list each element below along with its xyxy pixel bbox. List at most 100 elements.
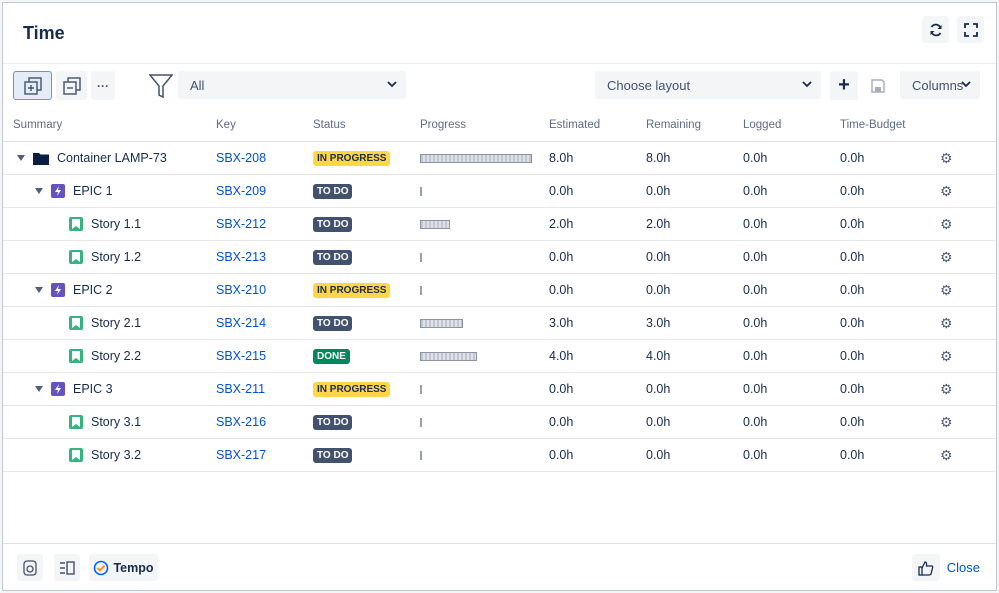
gear-icon[interactable]: ⚙	[940, 249, 953, 265]
progress-bar	[420, 352, 477, 362]
panel-toggle-button[interactable]	[54, 554, 80, 581]
gear-icon[interactable]: ⚙	[940, 381, 953, 397]
more-button[interactable]: ···	[91, 71, 115, 100]
time-dialog: Time ··· All Choose layout + Columns Sum…	[2, 2, 997, 591]
column-header[interactable]: Remaining	[636, 109, 733, 142]
estimated-cell: 0.0h	[539, 438, 636, 472]
collapse-all-button[interactable]	[56, 71, 87, 100]
expand-caret-icon[interactable]	[17, 155, 25, 161]
time-icon-button[interactable]	[17, 554, 43, 581]
save-layout-button[interactable]	[864, 71, 892, 100]
add-layout-button[interactable]: +	[830, 71, 858, 100]
progress-cell	[410, 240, 539, 274]
progress-cell	[410, 405, 539, 439]
issue-key-link[interactable]: SBX-209	[206, 174, 303, 208]
thumbs-up-icon	[918, 560, 934, 576]
progress-cell	[410, 207, 539, 241]
gear-icon[interactable]: ⚙	[940, 183, 953, 199]
summary-label: EPIC 1	[73, 184, 113, 198]
estimated-cell: 0.0h	[539, 405, 636, 439]
issue-key-link[interactable]: SBX-217	[206, 438, 303, 472]
estimated-cell: 4.0h	[539, 339, 636, 373]
issue-key-link[interactable]: SBX-215	[206, 339, 303, 373]
tempo-label: Tempo	[113, 560, 154, 575]
table-row[interactable]: EPIC 2 SBX-210 IN PROGRESS 0.0h 0.0h 0.0h 0.0h…	[3, 273, 996, 307]
table-row[interactable]: Story 3.2 SBX-217 TO DO 0.0h 0.0h 0.0h 0.0h ⚙	[3, 438, 996, 472]
filter-select[interactable]: All	[178, 71, 406, 99]
story-icon	[69, 448, 83, 462]
table-row[interactable]: Story 1.1 SBX-212 TO DO 2.0h 2.0h 0.0h 0.0h ⚙	[3, 207, 996, 241]
row-actions-cell: ⚙	[930, 405, 996, 439]
estimated-cell: 2.0h	[539, 207, 636, 241]
gear-icon[interactable]: ⚙	[940, 150, 953, 166]
feedback-button[interactable]	[912, 554, 940, 581]
gear-icon[interactable]: ⚙	[940, 348, 953, 364]
column-header[interactable]: Summary	[3, 109, 206, 142]
row-actions-cell: ⚙	[930, 438, 996, 472]
table-row[interactable]: Story 1.2 SBX-213 TO DO 0.0h 0.0h 0.0h 0.0h ⚙	[3, 240, 996, 274]
tempo-button[interactable]: Tempo	[89, 554, 158, 581]
table-row[interactable]: EPIC 1 SBX-209 TO DO 0.0h 0.0h 0.0h 0.0h ⚙	[3, 174, 996, 208]
progress-bar	[420, 220, 450, 230]
column-header[interactable]: Estimated	[539, 109, 636, 142]
issue-key-link[interactable]: SBX-211	[206, 372, 303, 406]
logged-cell: 0.0h	[733, 273, 830, 307]
issue-key-link[interactable]: SBX-208	[206, 141, 303, 175]
gear-icon[interactable]: ⚙	[940, 447, 953, 463]
summary-cell: Story 1.1	[3, 207, 206, 241]
table-row[interactable]: Story 3.1 SBX-216 TO DO 0.0h 0.0h 0.0h 0.0h ⚙	[3, 405, 996, 439]
column-header[interactable]: Time-Budget	[830, 109, 930, 142]
gear-icon[interactable]: ⚙	[940, 414, 953, 430]
summary-label: Story 1.1	[91, 217, 142, 231]
remaining-cell: 3.0h	[636, 306, 733, 340]
side-panel-icon	[60, 560, 75, 575]
expand-caret-icon[interactable]	[35, 188, 43, 194]
table-row[interactable]: Container LAMP-73 SBX-208 IN PROGRESS 8.0h 8…	[3, 141, 996, 175]
summary-label: Story 2.1	[91, 316, 142, 330]
summary-label: Story 1.2	[91, 250, 142, 264]
toolbar: ··· All Choose layout + Columns	[3, 71, 996, 105]
summary-label: Container LAMP-73	[57, 151, 167, 165]
gear-icon[interactable]: ⚙	[940, 282, 953, 298]
issue-key-link[interactable]: SBX-210	[206, 273, 303, 307]
issue-key-link[interactable]: SBX-214	[206, 306, 303, 340]
summary-cell: Container LAMP-73	[3, 141, 206, 175]
fullscreen-button[interactable]	[957, 16, 984, 43]
gear-icon[interactable]: ⚙	[940, 315, 953, 331]
columns-label: Columns	[912, 77, 964, 93]
status-badge: TO DO	[313, 217, 353, 232]
status-badge: TO DO	[313, 250, 353, 265]
time-budget-cell: 0.0h	[830, 174, 930, 208]
column-header[interactable]: Logged	[733, 109, 830, 142]
gear-icon[interactable]: ⚙	[940, 216, 953, 232]
epic-icon	[51, 382, 65, 396]
table-row[interactable]: Story 2.1 SBX-214 TO DO 3.0h 3.0h 0.0h 0.0h ⚙	[3, 306, 996, 340]
story-icon	[69, 316, 83, 330]
table-row[interactable]: Story 2.2 SBX-215 DONE 4.0h 4.0h 0.0h 0.0h ⚙	[3, 339, 996, 373]
status-badge: TO DO	[313, 184, 353, 199]
expand-caret-icon[interactable]	[35, 287, 43, 293]
column-header[interactable]: Key	[206, 109, 303, 142]
filter-icon[interactable]	[148, 73, 174, 104]
refresh-button[interactable]	[922, 16, 949, 43]
issue-key-link[interactable]: SBX-216	[206, 405, 303, 439]
columns-button[interactable]: Columns	[900, 71, 980, 99]
table-row[interactable]: EPIC 3 SBX-211 IN PROGRESS 0.0h 0.0h 0.0h 0.0h…	[3, 372, 996, 406]
summary-label: Story 3.2	[91, 448, 142, 462]
issue-key-link[interactable]: SBX-213	[206, 240, 303, 274]
progress-bar-empty	[420, 451, 422, 461]
remaining-cell: 0.0h	[636, 240, 733, 274]
column-header[interactable]: Status	[303, 109, 410, 142]
remaining-cell: 0.0h	[636, 372, 733, 406]
status-cell: TO DO	[303, 207, 410, 241]
close-link[interactable]: Close	[947, 560, 980, 575]
layout-select[interactable]: Choose layout	[595, 71, 821, 99]
issue-key-link[interactable]: SBX-212	[206, 207, 303, 241]
expand-all-button[interactable]	[13, 71, 52, 100]
row-actions-cell: ⚙	[930, 306, 996, 340]
expand-caret-icon[interactable]	[35, 386, 43, 392]
column-header[interactable]: Progress	[410, 109, 539, 142]
status-badge: IN PROGRESS	[313, 283, 391, 298]
chevron-down-icon	[961, 81, 971, 88]
fullscreen-icon	[963, 22, 978, 37]
